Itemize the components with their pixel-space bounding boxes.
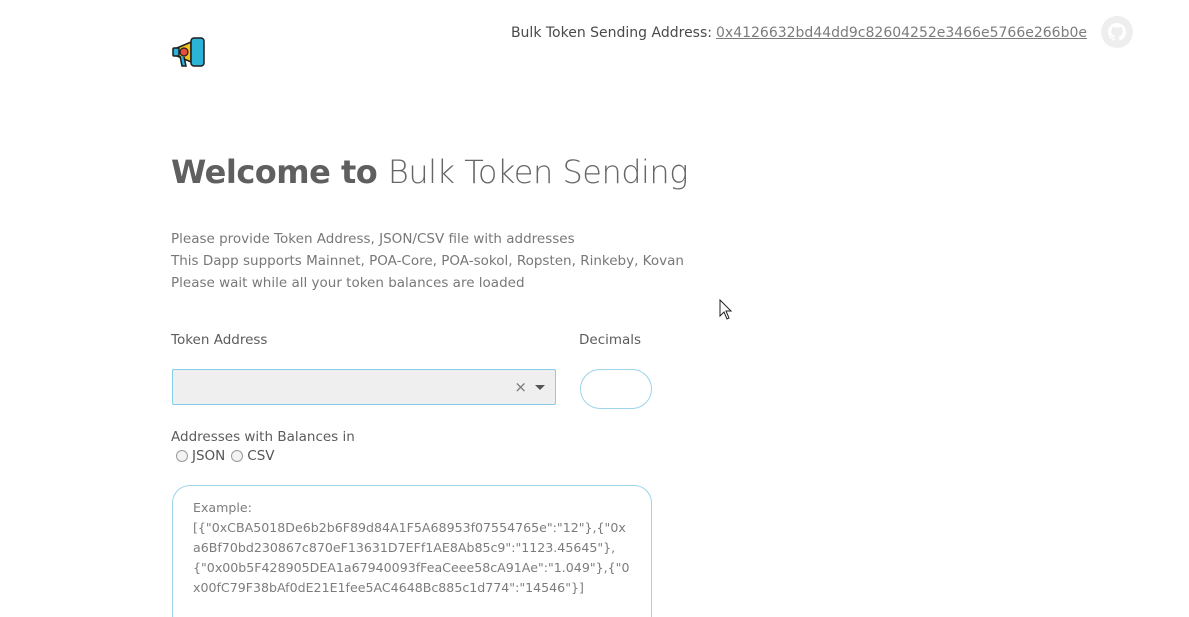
textarea-placeholder: Example: [{"0xCBA5018De6b2b6F89d84A1F5A68… <box>193 498 631 598</box>
addresses-textarea[interactable]: Example: [{"0xCBA5018De6b2b6F89d84A1F5A68… <box>172 485 652 617</box>
page: Bulk Token Sending Address: 0x4126632bd4… <box>0 0 1189 617</box>
chevron-down-icon[interactable] <box>535 385 545 390</box>
intro-line: Please wait while all your token balance… <box>171 275 525 291</box>
megaphone-icon[interactable] <box>171 34 207 70</box>
title-light: Bulk Token Sending <box>387 153 689 191</box>
github-icon[interactable] <box>1101 16 1133 48</box>
token-address-select[interactable]: × <box>172 369 556 405</box>
addresses-label: Addresses with Balances in <box>171 429 355 445</box>
csv-radio-label[interactable]: CSV <box>247 448 274 464</box>
bulk-sending-address: Bulk Token Sending Address: 0x4126632bd4… <box>511 24 1087 42</box>
mouse-cursor-icon <box>719 298 733 325</box>
contract-address-link[interactable]: 0x4126632bd44dd9c82604252e3466e5766e266b… <box>716 25 1087 41</box>
placeholder-heading: Example: <box>193 500 252 515</box>
decimals-label: Decimals <box>579 332 642 348</box>
placeholder-example: [{"0xCBA5018De6b2b6F89d84A1F5A68953f0755… <box>193 520 630 595</box>
intro-line: This Dapp supports Mainnet, POA-Core, PO… <box>171 253 684 269</box>
decimals-input[interactable] <box>580 369 652 409</box>
clear-icon[interactable]: × <box>514 378 527 396</box>
intro-text: Please provide Token Address, JSON/CSV f… <box>171 228 684 294</box>
intro-line: Please provide Token Address, JSON/CSV f… <box>171 231 575 247</box>
page-title: Welcome to Bulk Token Sending <box>171 153 688 191</box>
token-address-label: Token Address <box>171 332 268 348</box>
format-radio-group: JSON CSV <box>176 448 281 464</box>
json-radio[interactable] <box>176 450 188 462</box>
json-radio-label[interactable]: JSON <box>192 448 225 464</box>
csv-radio[interactable] <box>231 450 244 462</box>
address-label: Bulk Token Sending Address: <box>510 25 712 41</box>
title-strong: Welcome to <box>171 153 378 191</box>
